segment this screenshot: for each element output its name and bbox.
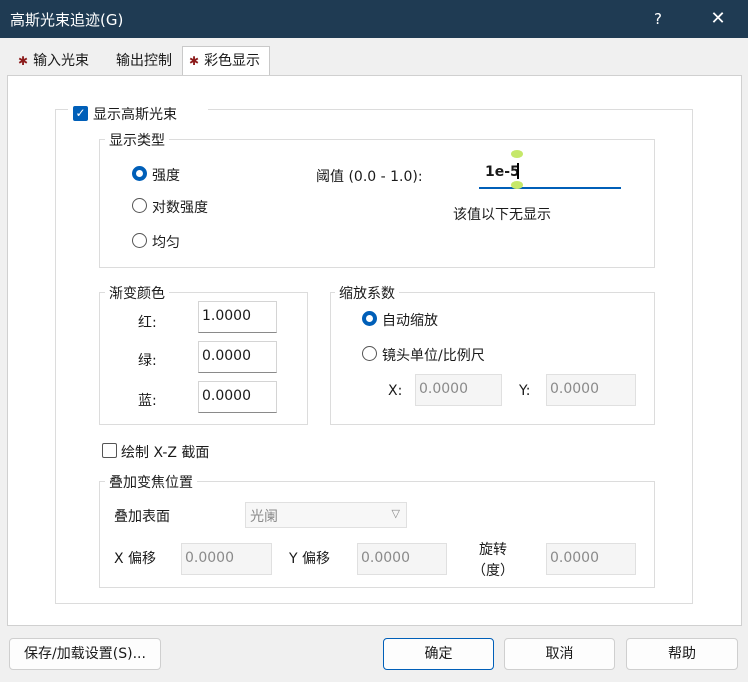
threshold-label: 阈值 (0.0 - 1.0): bbox=[316, 169, 423, 185]
window-title: 高斯光束追迹(G) bbox=[10, 11, 124, 29]
red-value: 1.0000 bbox=[202, 308, 251, 324]
rotation-input[interactable]: 0.0000 bbox=[546, 543, 636, 575]
scale-x-label: X: bbox=[388, 383, 403, 399]
green-value: 0.0000 bbox=[202, 348, 251, 364]
threshold-input[interactable]: 1e-5 bbox=[479, 158, 621, 189]
scale-title: 缩放系数 bbox=[335, 283, 399, 303]
ok-button[interactable]: 确定 bbox=[383, 638, 494, 670]
modified-marker-icon: ✱ bbox=[18, 54, 29, 68]
radio-log-intensity[interactable] bbox=[132, 198, 147, 213]
x-offset-label: X 偏移 bbox=[114, 551, 157, 567]
y-offset-value: 0.0000 bbox=[361, 550, 410, 566]
overlay-focus-title: 叠加变焦位置 bbox=[105, 472, 197, 492]
tab-input-beam[interactable]: ✱ 输入光束 bbox=[12, 49, 89, 75]
scale-y-label: Y: bbox=[519, 383, 531, 399]
save-load-settings-button[interactable]: 保存/加载设置(S)... bbox=[9, 638, 161, 670]
xz-section-checkbox[interactable] bbox=[102, 443, 117, 458]
surface-label: 叠加表面 bbox=[114, 509, 170, 525]
rotation-value: 0.0000 bbox=[550, 550, 599, 566]
display-type-title: 显示类型 bbox=[105, 130, 169, 150]
show-gaussian-checkbox[interactable]: ✓ bbox=[73, 106, 88, 121]
green-label: 绿: bbox=[138, 353, 157, 369]
blue-label: 蓝: bbox=[138, 393, 157, 409]
scale-y-input[interactable]: 0.0000 bbox=[546, 374, 636, 406]
tab-label: 彩色显示 bbox=[204, 53, 261, 69]
surface-select[interactable]: 光阑 ▽ bbox=[245, 502, 407, 528]
tab-output-control[interactable]: 输出控制 bbox=[110, 49, 172, 75]
scale-x-value: 0.0000 bbox=[419, 381, 468, 397]
x-offset-value: 0.0000 bbox=[185, 550, 234, 566]
cancel-button[interactable]: 取消 bbox=[504, 638, 615, 670]
auto-scale-label: 自动缩放 bbox=[382, 313, 438, 329]
radio-uniform[interactable] bbox=[132, 233, 147, 248]
surface-value: 光阑 bbox=[250, 509, 278, 525]
tab-color-display[interactable]: ✱ 彩色显示 bbox=[182, 46, 270, 76]
help-button[interactable]: 帮助 bbox=[626, 638, 738, 670]
red-input[interactable]: 1.0000 bbox=[198, 301, 277, 333]
selection-handle-bottom[interactable] bbox=[511, 181, 523, 189]
rotation-label: 旋转 bbox=[479, 542, 507, 558]
green-input[interactable]: 0.0000 bbox=[198, 341, 277, 373]
scale-y-value: 0.0000 bbox=[550, 381, 599, 397]
selection-handle-top[interactable] bbox=[511, 150, 523, 158]
threshold-value: 1e-5 bbox=[485, 164, 520, 180]
gradient-color-title: 渐变颜色 bbox=[105, 283, 169, 303]
radio-auto-scale[interactable] bbox=[362, 311, 377, 326]
radio-log-intensity-label: 对数强度 bbox=[152, 200, 208, 216]
chevron-down-icon: ▽ bbox=[391, 507, 400, 520]
close-icon[interactable]: ✕ bbox=[690, 0, 746, 38]
title-bar: 高斯光束追迹(G) ? ✕ bbox=[0, 0, 748, 38]
scale-x-input[interactable]: 0.0000 bbox=[415, 374, 502, 406]
red-label: 红: bbox=[138, 315, 157, 331]
text-caret bbox=[517, 163, 519, 179]
radio-intensity[interactable] bbox=[132, 166, 147, 181]
radio-intensity-label: 强度 bbox=[152, 168, 180, 184]
modified-marker-icon: ✱ bbox=[189, 54, 200, 68]
show-gaussian-label: 显示高斯光束 bbox=[93, 107, 177, 123]
lens-unit-label: 镜头单位/比例尺 bbox=[382, 348, 485, 364]
help-icon[interactable]: ? bbox=[630, 0, 686, 38]
threshold-note: 该值以下无显示 bbox=[453, 207, 551, 223]
radio-lens-unit[interactable] bbox=[362, 346, 377, 361]
xz-section-label: 绘制 X-Z 截面 bbox=[121, 445, 210, 461]
tab-label: 输入光束 bbox=[33, 53, 90, 69]
tab-label: 输出控制 bbox=[116, 53, 172, 69]
y-offset-input[interactable]: 0.0000 bbox=[357, 543, 447, 575]
blue-input[interactable]: 0.0000 bbox=[198, 381, 277, 413]
y-offset-label: Y 偏移 bbox=[289, 551, 331, 567]
radio-uniform-label: 均匀 bbox=[152, 235, 180, 251]
blue-value: 0.0000 bbox=[202, 388, 251, 404]
rotation-unit-label: （度） bbox=[472, 563, 514, 579]
x-offset-input[interactable]: 0.0000 bbox=[181, 543, 272, 575]
